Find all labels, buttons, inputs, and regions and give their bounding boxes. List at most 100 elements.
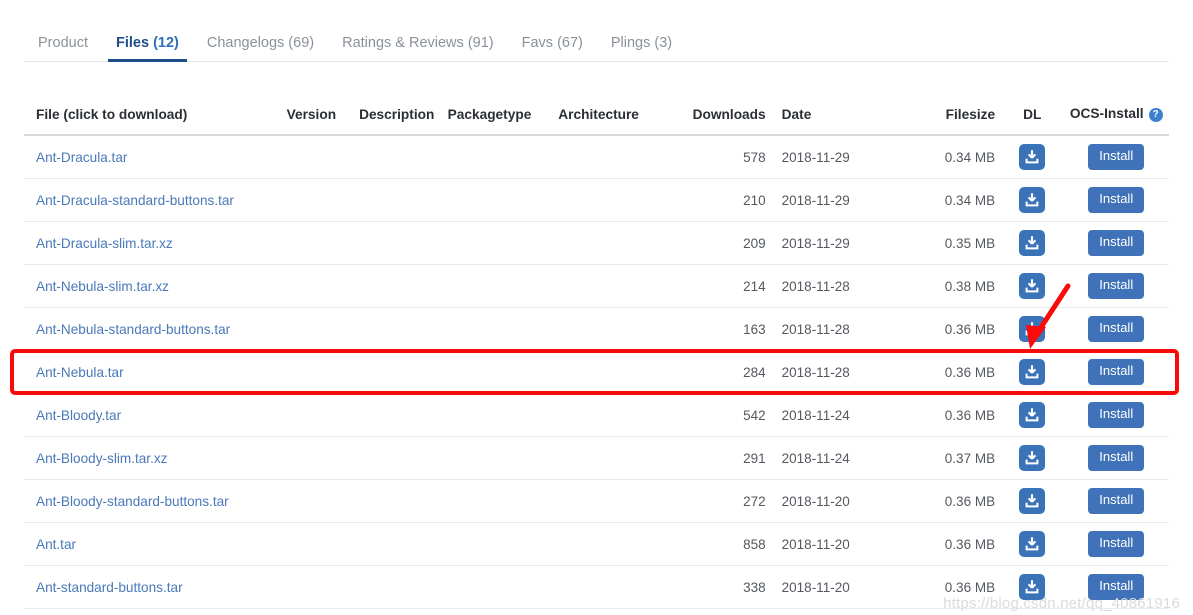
cell-date: 2018-11-28 [771, 307, 891, 351]
file-download-link[interactable]: Ant-standard-buttons.tar [36, 580, 183, 595]
cell-dl-button [1001, 436, 1064, 480]
download-icon-glyph [1025, 193, 1039, 207]
download-icon-glyph [1025, 494, 1039, 508]
install-button[interactable]: Install [1088, 230, 1145, 256]
cell-version [280, 307, 354, 351]
cell-packagetype [441, 307, 553, 351]
cell-ocs-install: Install [1063, 479, 1169, 523]
cell-packagetype [441, 135, 553, 179]
tab-count: (69) [288, 34, 315, 51]
cell-date: 2018-11-29 [771, 221, 891, 265]
cell-file: Ant-Bloody-standard-buttons.tar [24, 479, 281, 523]
download-icon[interactable] [1019, 445, 1046, 471]
cell-packagetype [441, 479, 553, 523]
install-button[interactable]: Install [1088, 359, 1145, 385]
download-icon-glyph [1025, 365, 1039, 379]
cell-file: Ant-Dracula.tar [24, 135, 281, 179]
cell-description [353, 350, 442, 394]
install-button[interactable]: Install [1088, 144, 1145, 170]
table-row: Ant-Nebula-standard-buttons.tar 163 2018-1… [24, 307, 1169, 351]
install-button[interactable]: Install [1088, 316, 1145, 342]
cell-version [280, 178, 354, 222]
cell-architecture [552, 436, 682, 480]
cell-dl-button [1001, 221, 1064, 265]
cell-ocs-install: Install [1063, 522, 1169, 566]
cell-ocs-install: Install [1063, 307, 1169, 351]
cell-downloads: 578 [681, 135, 772, 179]
download-icon[interactable] [1019, 531, 1046, 557]
tab-product[interactable]: Product [24, 35, 102, 62]
cell-downloads: 209 [681, 221, 772, 265]
cell-version [280, 479, 354, 523]
file-download-link[interactable]: Ant-Dracula-standard-buttons.tar [36, 193, 234, 208]
install-button[interactable]: Install [1088, 187, 1145, 213]
help-icon[interactable]: ? [1148, 108, 1163, 122]
install-button[interactable]: Install [1088, 488, 1145, 514]
download-icon[interactable] [1019, 402, 1046, 428]
column-header-file[interactable]: File (click to download) [24, 100, 281, 136]
tab-plings[interactable]: Plings (3) [597, 35, 686, 62]
cell-ocs-install: Install [1063, 350, 1169, 394]
column-header-downloads[interactable]: Downloads [681, 100, 772, 136]
cell-file: Ant-Bloody.tar [24, 393, 281, 437]
file-download-link[interactable]: Ant.tar [36, 537, 76, 552]
files-table-container: File (click to download) Version Descrip… [24, 100, 1169, 615]
download-icon[interactable] [1019, 230, 1046, 256]
file-download-link[interactable]: Ant-Nebula-slim.tar.xz [36, 279, 169, 294]
install-button[interactable]: Install [1088, 402, 1145, 428]
column-header-packagetype[interactable]: Packagetype [441, 100, 553, 136]
install-button[interactable]: Install [1088, 273, 1145, 299]
download-icon[interactable] [1019, 273, 1046, 299]
cell-architecture [552, 178, 682, 222]
column-header-dl[interactable]: DL [1001, 100, 1064, 136]
table-header-row: File (click to download) Version Descrip… [24, 100, 1169, 136]
tab-ratings-reviews[interactable]: Ratings & Reviews (91) [328, 34, 508, 62]
download-icon-glyph [1025, 408, 1039, 422]
cell-ocs-install: Install [1063, 221, 1169, 265]
table-row: Ant-Dracula-standard-buttons.tar 210 2018-… [24, 178, 1169, 222]
download-icon[interactable] [1019, 316, 1046, 342]
file-download-link[interactable]: Ant-Nebula-standard-buttons.tar [36, 322, 230, 337]
cell-downloads: 272 [681, 479, 772, 523]
tab-files[interactable]: Files (12) [102, 35, 193, 62]
cell-date: 2018-11-29 [771, 178, 891, 222]
tab-label: Ratings & Reviews [342, 34, 464, 51]
cell-downloads: 284 [681, 350, 772, 394]
file-download-link[interactable]: Ant-Bloody.tar [36, 408, 121, 423]
install-button[interactable]: Install [1088, 445, 1145, 471]
column-header-date[interactable]: Date [771, 100, 891, 136]
tab-favs[interactable]: Favs (67) [508, 35, 597, 62]
tab-label: Changelogs [206, 34, 285, 51]
tab-changelogs[interactable]: Changelogs (69) [193, 34, 328, 62]
table-row: Ant-Bloody-slim.tar.xz 291 2018-11-24 0.37 … [24, 436, 1169, 480]
cell-filesize: 0.36 MB [890, 350, 1002, 394]
column-header-description[interactable]: Description [353, 100, 442, 136]
file-download-link[interactable]: Ant-Bloody-slim.tar.xz [36, 451, 167, 466]
column-header-architecture[interactable]: Architecture [552, 100, 682, 136]
file-download-link[interactable]: Ant-Dracula.tar [36, 150, 127, 165]
column-header-version[interactable]: Version [280, 100, 354, 136]
install-button[interactable]: Install [1088, 531, 1145, 557]
cell-description [353, 393, 442, 437]
cell-version [280, 565, 354, 609]
cell-ocs-install: Install [1063, 135, 1169, 179]
column-header-filesize[interactable]: Filesize [890, 100, 1002, 136]
download-icon[interactable] [1019, 359, 1046, 385]
file-download-link[interactable]: Ant-Nebula.tar [36, 365, 124, 380]
cell-dl-button [1001, 522, 1064, 566]
cell-date: 2018-11-28 [771, 350, 891, 394]
table-row: Ant-Dracula.tar 578 2018-11-29 0.34 MB Insta… [24, 135, 1169, 179]
file-download-link[interactable]: Ant-Bloody-standard-buttons.tar [36, 494, 229, 509]
download-icon[interactable] [1019, 488, 1046, 514]
cell-file: Ant-slim.tar.xz [24, 608, 281, 615]
download-icon[interactable] [1019, 144, 1046, 170]
cell-date: 2018-11-20 [771, 608, 891, 615]
download-icon[interactable] [1019, 187, 1046, 213]
cell-file: Ant-Nebula.tar [24, 350, 281, 394]
column-header-ocs-install[interactable]: OCS-Install? [1063, 100, 1169, 136]
cell-architecture [552, 307, 682, 351]
cell-dl-button [1001, 178, 1064, 222]
cell-filesize: 0.36 MB [890, 522, 1002, 566]
file-download-link[interactable]: Ant-Dracula-slim.tar.xz [36, 236, 173, 251]
cell-version [280, 436, 354, 480]
